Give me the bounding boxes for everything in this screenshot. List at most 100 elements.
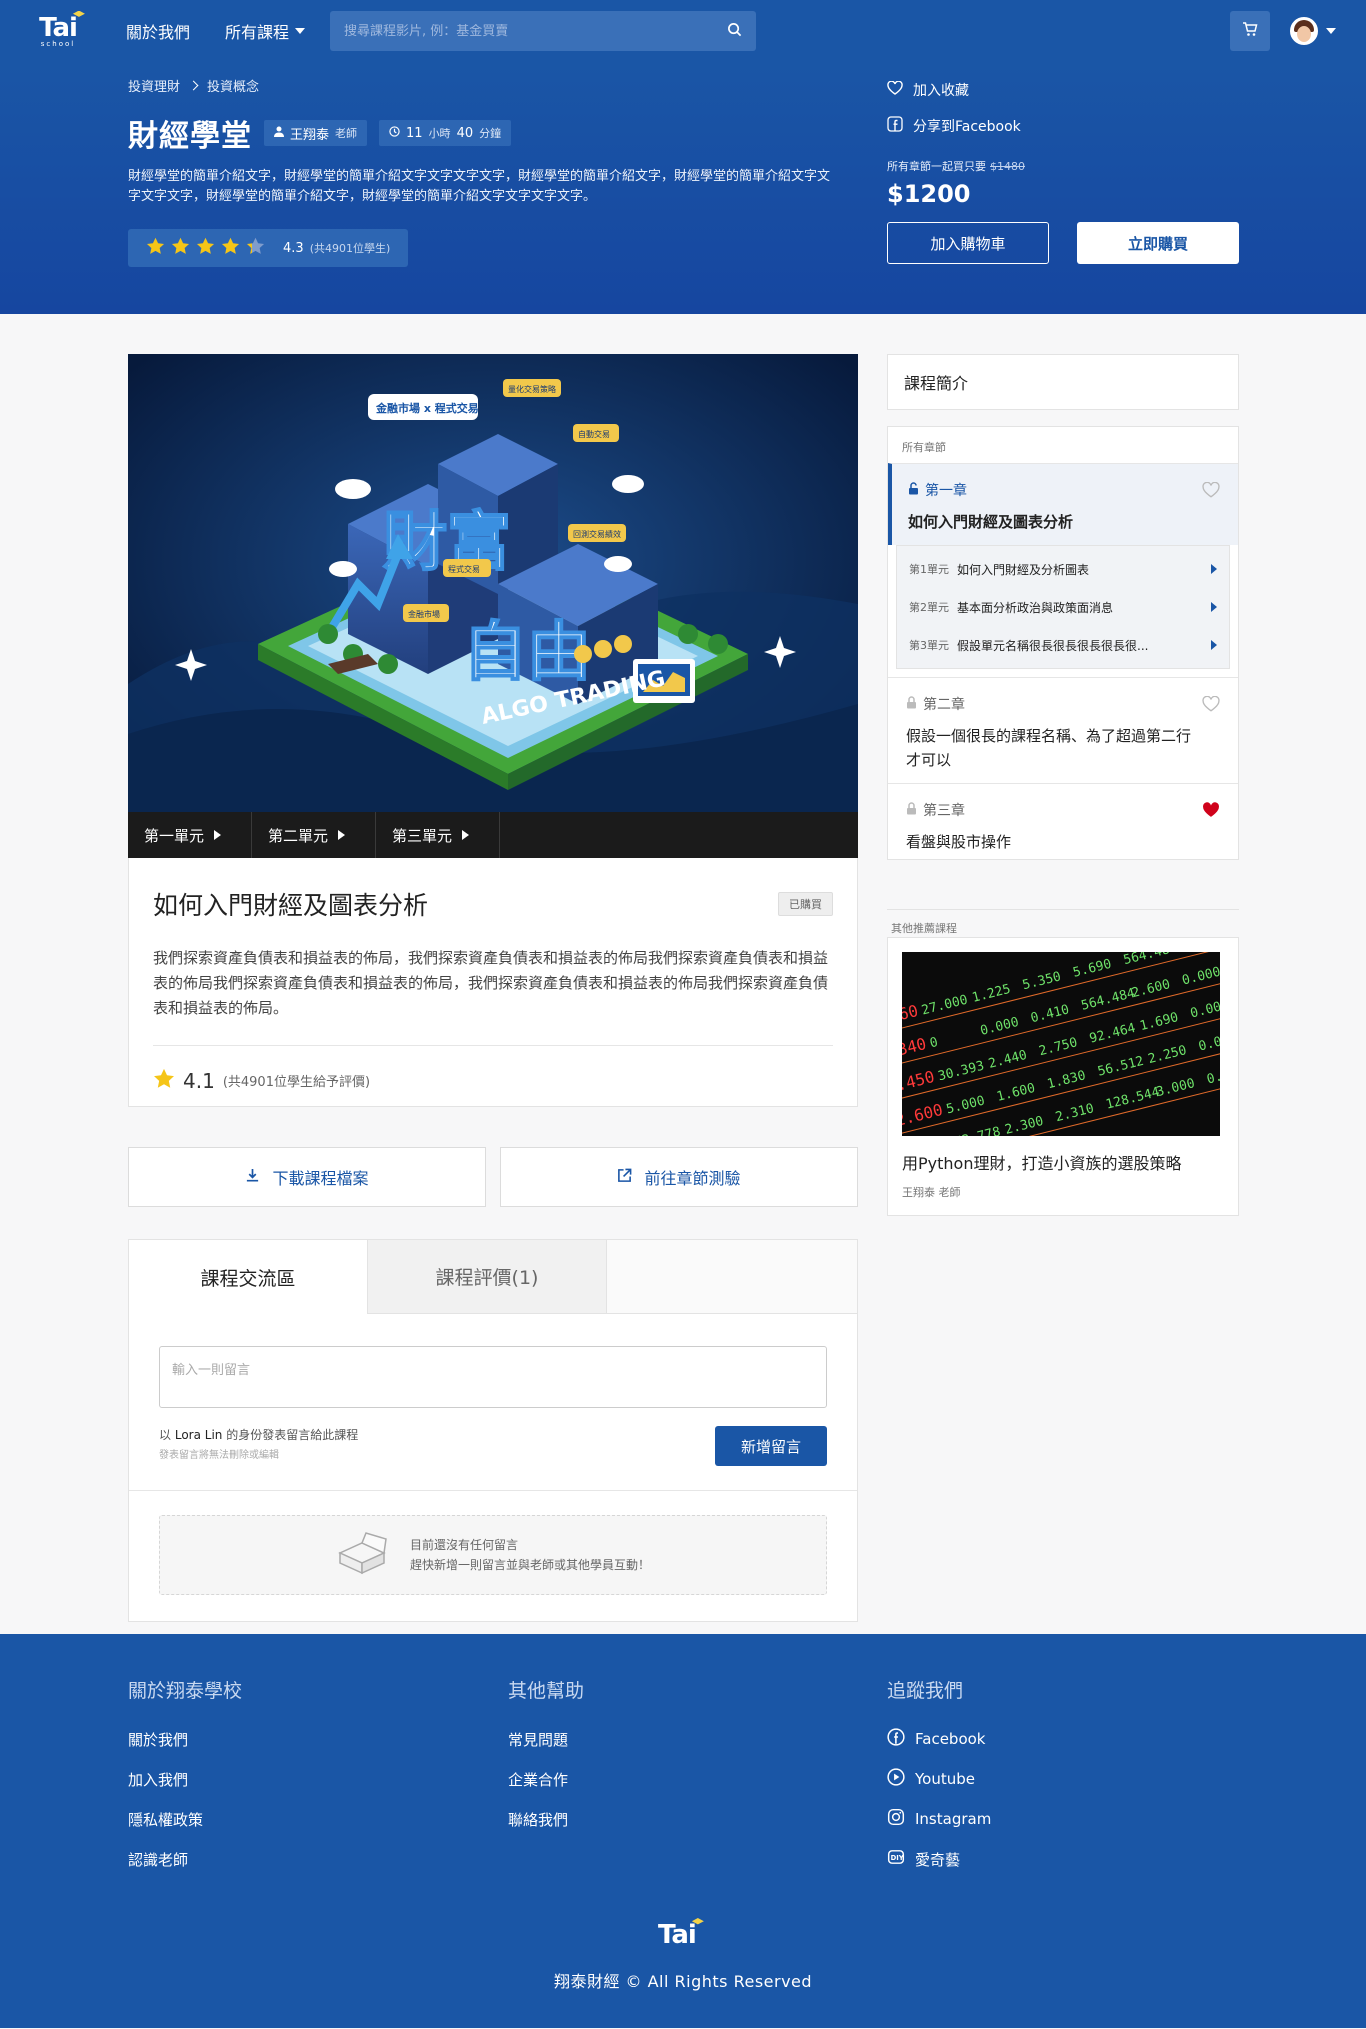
recommended-course-teacher: 王翔泰 老師 [902,1186,961,1199]
instagram-icon [887,1808,905,1830]
caret-down-icon [295,28,306,34]
add-comment-button[interactable]: 新增留言 [715,1426,827,1466]
footer-youtube-link[interactable]: Youtube [887,1759,991,1799]
unit-number: 第1單元 [909,563,949,576]
play-icon [1211,640,1217,650]
chapter-list: 所有章節 第一章 如何入門財經及圖表分析 第1單元 如何入門財經及分析圖表 第2單… [887,426,1239,860]
chapter-quiz-button[interactable]: 前往章節測驗 [500,1147,858,1207]
breadcrumb-item[interactable]: 投資概念 [207,76,259,95]
comment-input[interactable] [159,1346,827,1408]
teacher-chip[interactable]: 王翔泰 老師 [264,120,368,146]
duration-minutes-unit: 分鐘 [479,127,502,140]
star-icon [221,237,240,254]
download-files-button[interactable]: 下載課程檔案 [128,1147,486,1207]
add-favorite-label: 加入收藏 [913,83,969,99]
course-video-player[interactable]: 財富 自由 金融市場 x 程式交易 量化交易策略 自動交易 程式交易 金融市場 … [128,354,858,812]
play-icon [214,830,222,840]
cover-tag: 金融市場 [408,609,440,619]
post-as-text: 以 Lora Lin 的身份發表留言給此課程 [159,1426,358,1443]
recommended-course-title: 用Python理財，打造小資族的選股策略 [902,1154,1182,1173]
footer-column-title: 關於翔泰學校 [128,1680,243,1702]
unit-list: 第1單元 如何入門財經及分析圖表 第2單元 基本面分析政治與政策面消息 第3單元 假設… [896,545,1230,669]
site-logo[interactable]: Tai school [30,10,86,48]
footer-instagram-link[interactable]: Instagram [887,1799,991,1839]
chapter-name: 假設一個很長的課程名稱、為了超過第二行才可以 [906,727,1192,769]
footer-link[interactable]: 加入我們 [128,1759,242,1799]
footer-link-label: Instagram [915,1810,992,1828]
unit-item-1[interactable]: 第1單元 如何入門財經及分析圖表 [897,550,1229,588]
chapter-name: 看盤與股市操作 [906,833,1012,851]
original-price: $1480 [990,160,1025,173]
stock-ticker-image: 2.16027.0001.2255.3505.690564.4840.4500.… [902,952,1220,1136]
chapter-item-2[interactable]: 第二章 假設一個很長的課程名稱、為了超過第二行才可以 [888,677,1238,783]
unit-tab-label: 第三單元 [392,826,453,845]
footer-facebook-link[interactable]: Facebook [887,1719,991,1759]
facebook-icon [887,116,903,136]
unit-item-3[interactable]: 第3單元 假設單元名稱很長很長很長很長很... [897,626,1229,664]
empty-comments-state: 目前還沒有任何留言 趕快新增一則留言並與老師或其他學員互動！ [159,1515,827,1595]
recommended-course-card[interactable]: 2.16027.0001.2255.3505.690564.4840.4500.… [887,937,1239,1216]
duration-chip: 11 小時 40 分鐘 [379,120,512,146]
course-hero: 投資理財 投資概念 財經學堂 王翔泰 老師 11 小時 40 分鐘 財經學堂的簡… [0,62,1366,314]
chapter-item-1[interactable]: 第一章 如何入門財經及圖表分析 [888,463,1238,545]
logo-text: Tai [39,12,78,43]
breadcrumb-item[interactable]: 投資理財 [128,76,180,95]
post-as-suffix: 的身份發表留言給此課程 [226,1428,359,1442]
rating-stars [146,237,271,259]
course-cover-illustration: 財富 自由 金融市場 x 程式交易 量化交易策略 自動交易 程式交易 金融市場 … [128,354,858,812]
unit-number: 第3單元 [909,639,949,652]
unit-description: 我們探索資產負債表和損益表的佈局，我們探索資產負債表和損益表的佈局我們探索資產負… [153,949,829,1017]
footer-link[interactable]: 關於我們 [128,1719,242,1759]
unit-name: 假設單元名稱很長很長很長很長很... [957,638,1149,653]
unit-info-card: 如何入門財經及圖表分析 已購買 我們探索資產負債表和損益表的佈局，我們探索資產負… [128,858,858,1107]
footer-iqiyi-link[interactable]: DIY 愛奇藝 [887,1839,991,1879]
breadcrumb: 投資理財 投資概念 [128,76,838,95]
footer-link-label: 愛奇藝 [915,1850,961,1869]
nav-courses-dropdown[interactable]: 所有課程 [225,19,306,43]
chapter-label: 第二章 [923,697,965,713]
video-unit-tab-1[interactable]: 第一單元 [128,812,252,858]
course-intro-link[interactable]: 課程簡介 [887,354,1239,410]
rating-count: (共4901位學生) [309,242,391,255]
user-menu[interactable] [1290,17,1336,45]
unit-item-2[interactable]: 第2單元 基本面分析政治與政策面消息 [897,588,1229,626]
share-facebook-label: 分享到Facebook [913,119,1021,135]
heart-outline-icon[interactable] [1202,695,1220,716]
unit-title: 如何入門財經及圖表分析 [153,891,429,920]
lock-icon [906,801,917,819]
heart-outline-icon[interactable] [1202,481,1220,502]
footer-link[interactable]: 企業合作 [508,1759,584,1799]
facebook-icon [887,1728,905,1750]
post-as-user: Lora Lin [174,1428,223,1442]
footer-link[interactable]: 認識老師 [128,1839,242,1879]
search-input[interactable] [344,23,728,39]
tab-discussion[interactable]: 課程交流區 [129,1240,368,1314]
play-icon [462,830,470,840]
duration-hours: 11 [406,125,423,141]
add-favorite-button[interactable]: 加入收藏 [887,80,1239,100]
add-to-cart-button[interactable]: 加入購物車 [887,222,1049,264]
nav-about-link[interactable]: 關於我們 [126,19,190,43]
play-icon [338,830,346,840]
footer-link[interactable]: 聯絡我們 [508,1799,584,1839]
recommended-course-thumbnail: 2.16027.0001.2255.3505.690564.4840.4500.… [902,952,1220,1136]
tab-reviews[interactable]: 課程評價(1) [368,1240,607,1314]
heart-filled-icon[interactable] [1202,802,1220,822]
buy-now-button[interactable]: 立即購買 [1077,222,1239,264]
video-unit-tab-3[interactable]: 第三單元 [376,812,500,858]
chapter-name: 如何入門財經及圖表分析 [908,513,1074,531]
footer-about-column: 關於翔泰學校 關於我們 加入我們 隱私權政策 認識老師 [128,1676,242,1879]
footer-social-column: 追蹤我們 Facebook Youtube Instagram DIY 愛奇藝 [887,1676,991,1879]
bundle-price-note: 所有章節一起買只要 $1480 [887,158,1239,174]
course-rating: 4.3 (共4901位學生) [128,229,409,267]
chapter-item-3[interactable]: 第三章 看盤與股市操作 [888,783,1238,864]
search-icon[interactable] [727,22,742,41]
video-unit-tab-2[interactable]: 第二單元 [252,812,376,858]
play-icon [1211,564,1217,574]
footer-link[interactable]: 常見問題 [508,1719,584,1759]
top-nav: Tai school 關於我們 所有課程 [0,0,1366,62]
share-facebook-button[interactable]: 分享到Facebook [887,116,1239,136]
teacher-name: 王翔泰 [290,127,330,143]
footer-link[interactable]: 隱私權政策 [128,1799,242,1839]
cart-button[interactable] [1230,11,1270,51]
